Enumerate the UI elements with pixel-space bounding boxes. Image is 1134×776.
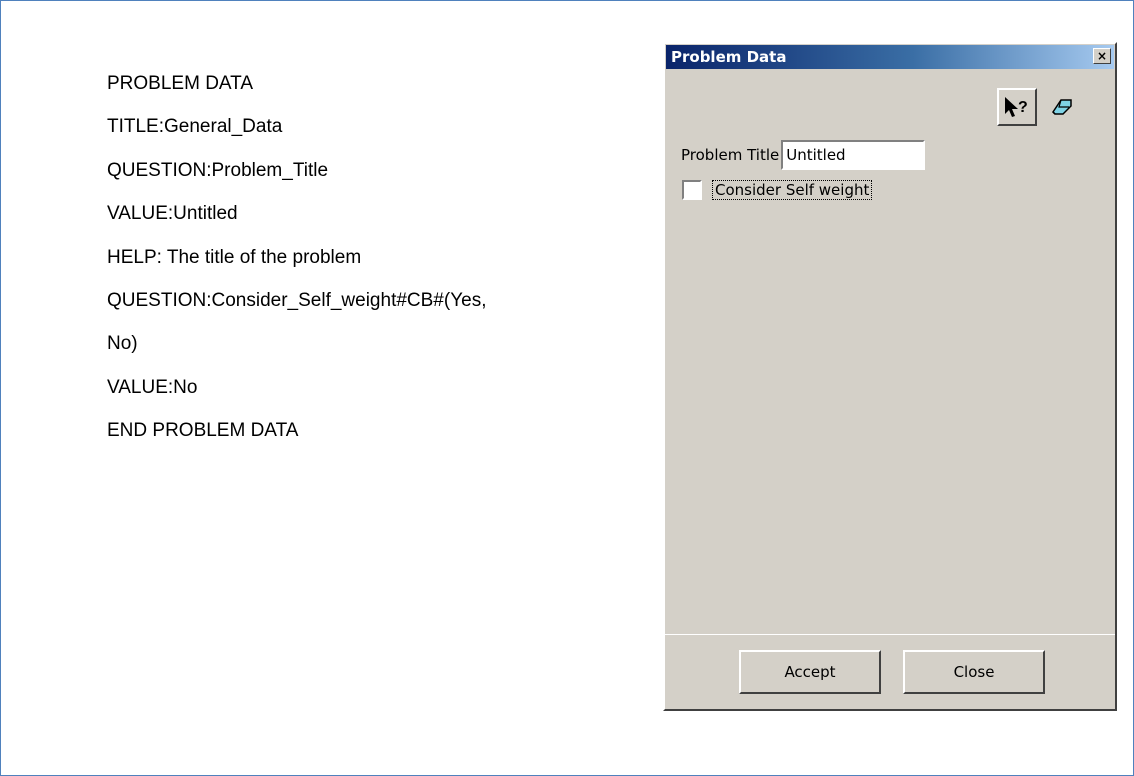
dialog-title: Problem Data — [671, 48, 787, 66]
self-weight-label[interactable]: Consider Self weight — [712, 180, 873, 200]
doc-line: PROBLEM DATA — [107, 73, 254, 94]
close-icon[interactable]: × — [1093, 48, 1111, 64]
help-button[interactable]: ? — [997, 88, 1037, 126]
eraser-icon — [1052, 99, 1072, 115]
close-button[interactable]: Close — [903, 650, 1045, 694]
svg-text:?: ? — [1018, 99, 1028, 116]
dialog-titlebar[interactable]: Problem Data × — [666, 45, 1114, 69]
doc-line: VALUE:No — [107, 376, 198, 398]
self-weight-checkbox[interactable] — [682, 180, 702, 200]
problem-title-row: Problem Title — [681, 140, 926, 170]
problem-title-label: Problem Title — [681, 146, 780, 164]
problem-data-text: PROBLEM DATA TITLE:General_Data QUESTION… — [107, 66, 486, 457]
doc-line: QUESTION:Consider_Self_weight#CB#(Yes, — [107, 289, 487, 311]
doc-line: No) — [107, 333, 138, 355]
doc-line: VALUE:Untitled — [107, 203, 238, 225]
doc-line: TITLE:General_Data — [107, 116, 283, 138]
problem-data-dialog: Problem Data × ? Problem Title Consider … — [663, 42, 1117, 711]
accept-button[interactable]: Accept — [739, 650, 881, 694]
footer-divider — [665, 634, 1115, 635]
self-weight-row: Consider Self weight — [682, 180, 873, 200]
help-pointer-icon: ? — [1005, 97, 1028, 117]
eraser-button[interactable] — [1042, 88, 1082, 126]
problem-title-input[interactable] — [781, 140, 926, 170]
doc-line: QUESTION:Problem_Title — [107, 159, 329, 181]
doc-line: END PROBLEM DATA — [107, 420, 299, 442]
doc-line: HELP: The title of the problem — [107, 246, 362, 268]
